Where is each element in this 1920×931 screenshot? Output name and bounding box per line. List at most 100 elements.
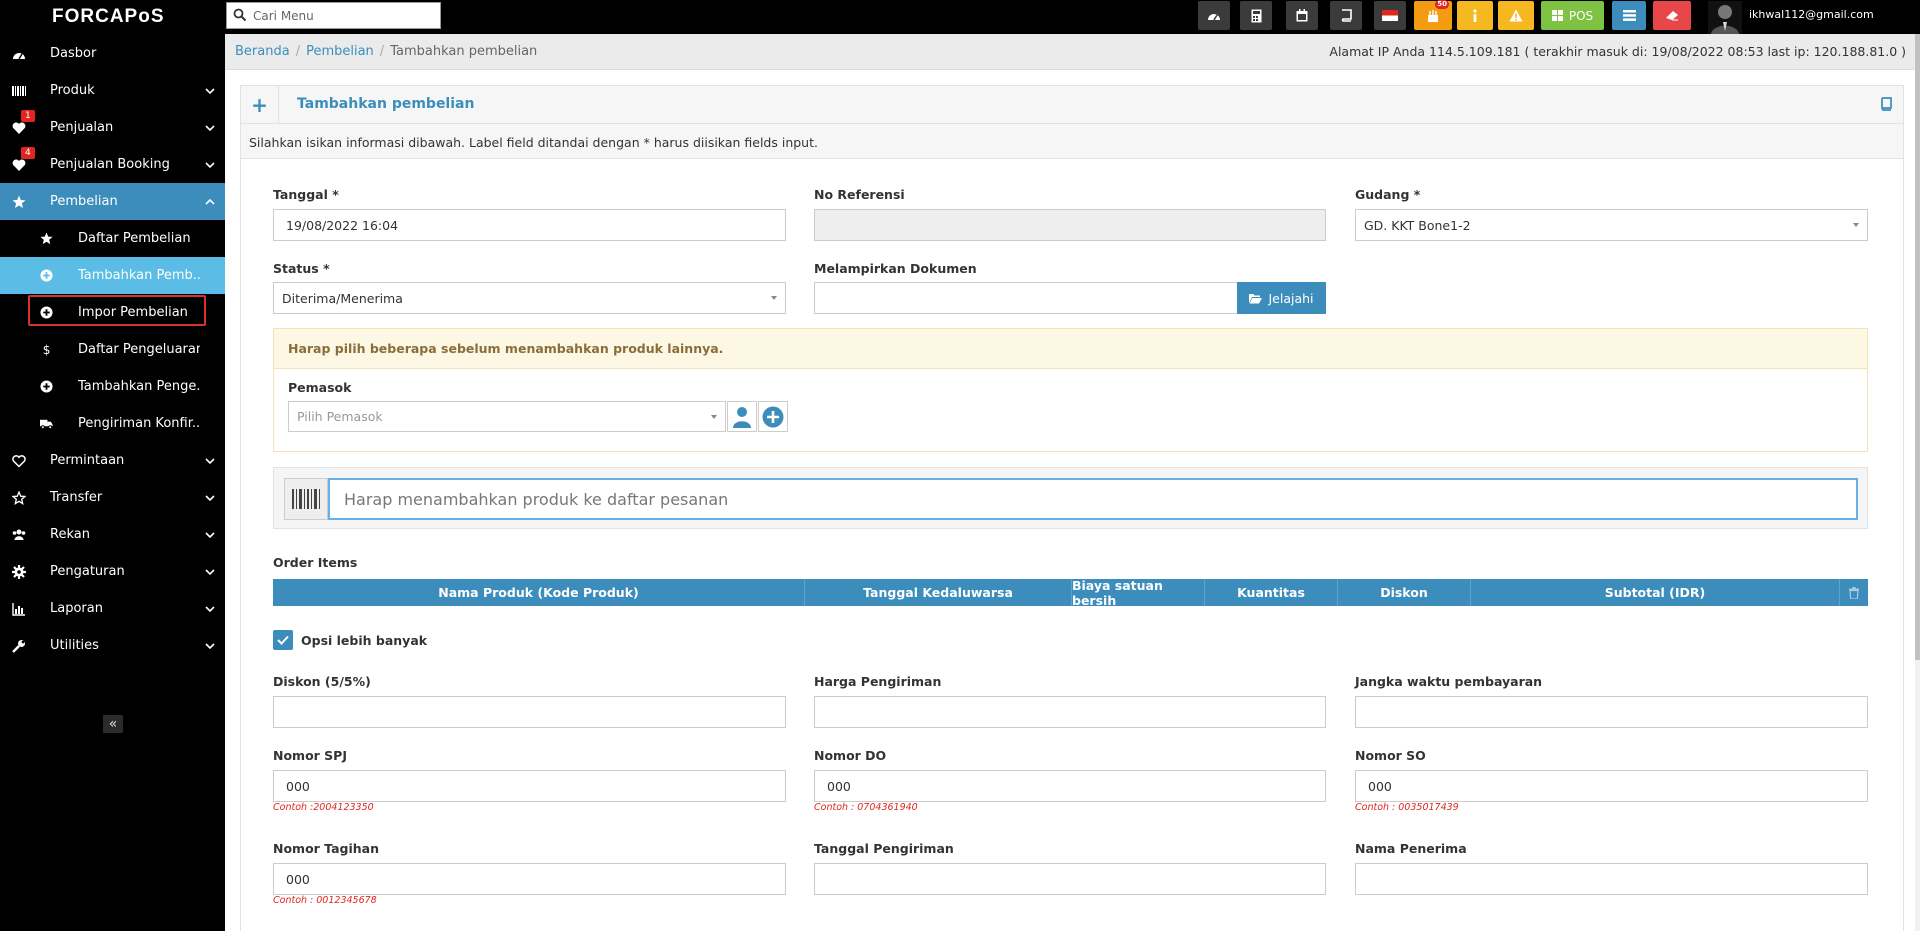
product-scan-bar — [273, 467, 1868, 529]
breadcrumb: Beranda / Pembelian / Tambahkan pembelian — [235, 44, 537, 59]
user-email[interactable]: ikhwal112@gmail.com — [1749, 8, 1874, 21]
delete-all-button[interactable] — [1840, 579, 1868, 606]
sidebar-item-penjualan[interactable]: 1 Penjualan — [0, 109, 225, 146]
chevron-down-icon — [205, 642, 215, 649]
gudang-select[interactable]: GD. KKT Bone1-2 — [1355, 209, 1868, 241]
sidebar-subitem-daftar-pengeluaran[interactable]: $ Daftar Pengeluaran — [0, 331, 225, 368]
register-button[interactable] — [1330, 1, 1362, 30]
sidebar-item-pengaturan[interactable]: Pengaturan — [0, 553, 225, 590]
view-supplier-button[interactable] — [727, 401, 757, 432]
dashboard-icon — [13, 52, 25, 59]
calculator-button[interactable] — [1240, 1, 1272, 30]
sidebar-item-label: Transfer — [50, 490, 103, 505]
top-navbar: FORCAPoS 50 POS ikhwal112@gmail.com — [0, 0, 1920, 34]
sidebar-subitem-tambahkan-pengeluaran[interactable]: Tambahkan Penge... — [0, 368, 225, 405]
caret-down-icon — [771, 296, 777, 300]
harga-pengiriman-label: Harga Pengiriman — [814, 674, 942, 689]
notification-count-badge: 50 — [1435, 0, 1449, 9]
user-avatar[interactable] — [1708, 1, 1742, 34]
barcode-scanner-button[interactable] — [284, 478, 328, 520]
list-button[interactable] — [1612, 1, 1646, 30]
chevron-down-icon — [205, 124, 215, 131]
sidebar-item-permintaan[interactable]: Permintaan — [0, 442, 225, 479]
dashboard-shortcut-button[interactable] — [1198, 1, 1230, 30]
nomor-do-input[interactable]: 000 — [814, 770, 1326, 802]
nama-penerima-input[interactable] — [1355, 863, 1868, 895]
sidebar-subitem-tambahkan-pembelian[interactable]: Tambahkan Pemb... — [0, 257, 225, 294]
no-referensi-input[interactable] — [814, 209, 1326, 241]
more-options-checkbox[interactable] — [273, 630, 293, 650]
sidebar-item-label: Laporan — [50, 601, 103, 616]
nomor-spj-label: Nomor SPJ — [273, 748, 347, 763]
alert-button[interactable] — [1498, 1, 1534, 30]
dokumen-file-input[interactable] — [814, 282, 1238, 314]
more-options-label[interactable]: Opsi lebih banyak — [301, 633, 427, 648]
sidebar-subitem-daftar-pembelian[interactable]: Daftar Pembelian — [0, 220, 225, 257]
add-supplier-button[interactable] — [758, 401, 788, 432]
column-header-subtotal[interactable]: Subtotal (IDR) — [1471, 579, 1840, 606]
menu-search-box[interactable] — [226, 2, 441, 29]
dokumen-label: Melampirkan Dokumen — [814, 261, 977, 276]
breadcrumb-home-link[interactable]: Beranda — [235, 44, 290, 59]
calendar-icon — [1296, 9, 1308, 22]
notifications-button[interactable]: 50 — [1414, 0, 1452, 30]
harga-pengiriman-input[interactable] — [814, 696, 1326, 728]
nomor-so-input[interactable]: 000 — [1355, 770, 1868, 802]
app-logo[interactable]: FORCAPoS — [52, 6, 165, 28]
info-button[interactable] — [1457, 1, 1493, 30]
book-icon[interactable] — [1879, 97, 1893, 111]
diskon-input[interactable] — [273, 696, 786, 728]
nama-penerima-label: Nama Penerima — [1355, 841, 1467, 856]
sidebar-item-label: Pembelian — [50, 194, 118, 209]
column-header-diskon[interactable]: Diskon — [1338, 579, 1471, 606]
sidebar-subitem-pengiriman-konfirmasi[interactable]: Pengiriman Konfir... — [0, 405, 225, 442]
sidebar-item-rekan[interactable]: Rekan — [0, 516, 225, 553]
info-icon — [1473, 9, 1477, 22]
nomor-spj-input[interactable]: 000 — [273, 770, 786, 802]
chevron-down-icon — [205, 531, 215, 538]
pos-button[interactable]: POS — [1541, 1, 1604, 30]
jangka-waktu-input[interactable] — [1355, 696, 1868, 728]
column-header-biaya-satuan[interactable]: Biaya satuan bersih — [1072, 578, 1205, 608]
plus-circle-icon — [40, 269, 53, 282]
browse-button[interactable]: Jelajahi — [1237, 282, 1326, 314]
breadcrumb-pembelian-link[interactable]: Pembelian — [306, 44, 374, 59]
sidebar-item-pembelian[interactable]: Pembelian — [0, 183, 225, 220]
gudang-label: Gudang * — [1355, 187, 1421, 202]
nomor-do-label: Nomor DO — [814, 748, 887, 763]
nomor-tagihan-input[interactable]: 000 — [273, 863, 786, 895]
sidebar-item-penjualan-booking[interactable]: 4 Penjualan Booking — [0, 146, 225, 183]
tanggal-pengiriman-input[interactable] — [814, 863, 1326, 895]
nomor-tagihan-hint: Contoh : 0012345678 — [273, 895, 377, 906]
clear-cache-button[interactable] — [1653, 1, 1691, 30]
sidebar-item-utilities[interactable]: Utilities — [0, 627, 225, 664]
calendar-button[interactable] — [1286, 1, 1318, 30]
jangka-waktu-label: Jangka waktu pembayaran — [1355, 674, 1543, 689]
column-header-kuantitas[interactable]: Kuantitas — [1205, 579, 1338, 606]
pemasok-select[interactable]: Pilih Pemasok — [288, 401, 726, 432]
sidebar-item-laporan[interactable]: Laporan — [0, 590, 225, 627]
caret-down-icon — [711, 415, 717, 419]
column-header-nama-produk[interactable]: Nama Produk (Kode Produk) — [273, 579, 805, 606]
dollar-icon: $ — [43, 343, 51, 356]
gudang-selected-value: GD. KKT Bone1-2 — [1364, 217, 1471, 233]
sidebar-item-produk[interactable]: Produk — [0, 72, 225, 109]
column-header-tanggal-kedaluwarsa[interactable]: Tanggal Kedaluwarsa — [805, 579, 1072, 606]
sidebar-item-dasbor[interactable]: Dasbor — [0, 35, 225, 72]
language-button[interactable] — [1374, 1, 1406, 30]
plus-circle-icon — [40, 380, 53, 393]
menu-search-input[interactable] — [253, 6, 433, 25]
order-items-label: Order Items — [273, 555, 358, 570]
page-title: Tambahkan pembelian — [297, 96, 475, 112]
product-search-input[interactable] — [328, 478, 1858, 520]
page-scrollbar-thumb[interactable] — [1915, 34, 1920, 660]
sidebar-collapse-button[interactable]: « — [103, 715, 123, 733]
sidebar-item-transfer[interactable]: Transfer — [0, 479, 225, 516]
status-select[interactable]: Diterima/Menerima — [273, 282, 786, 314]
sidebar-subitem-label: Tambahkan Penge... — [78, 379, 200, 394]
warning-message: Harap pilih beberapa sebelum menambahkan… — [274, 329, 1867, 369]
tanggal-input[interactable]: 19/08/2022 16:04 — [273, 209, 786, 241]
warning-icon — [1509, 9, 1523, 22]
form-instructions: Silahkan isikan informasi dibawah. Label… — [241, 124, 1903, 159]
diskon-label: Diskon (5/5%) — [273, 674, 371, 689]
